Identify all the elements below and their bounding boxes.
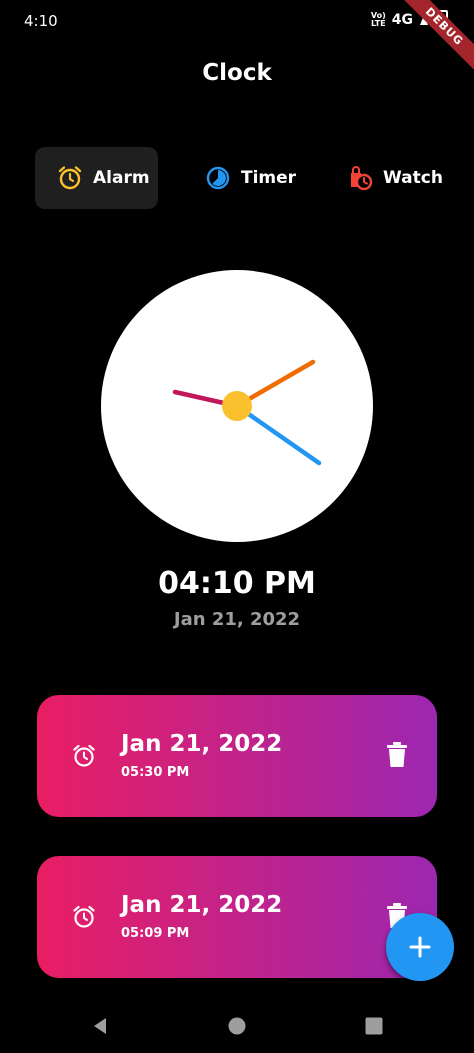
alarm-clock-icon [73, 744, 95, 767]
alarm-date: Jan 21, 2022 [121, 892, 283, 918]
delete-icon[interactable] [385, 741, 409, 769]
clock-center [222, 391, 252, 421]
tab-alarm[interactable]: Alarm [35, 147, 158, 209]
stopwatch-icon [351, 166, 373, 191]
plus-icon [409, 936, 431, 958]
current-date: Jan 21, 2022 [173, 609, 301, 630]
digital-time: 04:10 PM [158, 566, 316, 601]
alarm-card[interactable]: Jan 21, 2022 05:30 PM [37, 695, 437, 817]
page-title: Clock [202, 60, 272, 86]
alarm-date: Jan 21, 2022 [121, 731, 283, 757]
status-bar: 4:10 Vo) LTE 4G DEBUG [0, 0, 474, 76]
network-type: 4G [391, 12, 413, 28]
timer-icon [206, 166, 230, 190]
analog-clock [101, 270, 373, 542]
home-icon[interactable] [225, 1014, 249, 1038]
mode-tabs: Alarm Timer Watch [35, 147, 443, 209]
system-nav-bar [0, 1000, 474, 1053]
tab-timer-label: Timer [241, 168, 297, 188]
tab-watch-label: Watch [383, 168, 443, 188]
back-icon[interactable] [88, 1014, 112, 1038]
alarm-card[interactable]: Jan 21, 2022 05:09 PM [37, 856, 437, 978]
status-time: 4:10 [24, 12, 58, 30]
recents-icon[interactable] [362, 1014, 386, 1038]
alarm-clock-icon [73, 905, 95, 928]
alarm-time: 05:09 PM [121, 926, 190, 941]
tab-alarm-label: Alarm [93, 168, 150, 188]
tab-watch[interactable]: Watch [325, 147, 445, 209]
tab-timer[interactable]: Timer [183, 147, 303, 209]
alarm-clock-icon [58, 166, 82, 190]
alarm-time: 05:30 PM [121, 765, 190, 780]
add-alarm-button[interactable] [386, 913, 454, 981]
volte-icon: Vo) LTE [370, 11, 386, 28]
